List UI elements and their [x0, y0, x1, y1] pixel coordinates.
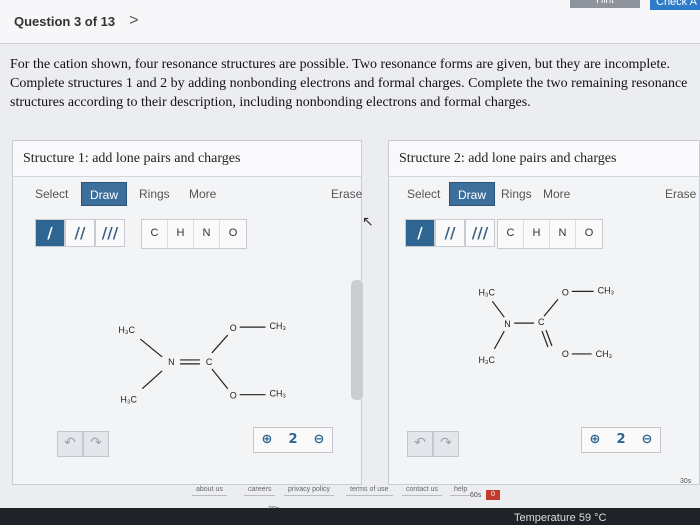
next-question-chevron-icon[interactable]: >	[129, 12, 138, 30]
double-bond-tool[interactable]: //	[435, 219, 465, 247]
timer-label: 30s	[680, 478, 692, 485]
timer-label: 60s	[470, 492, 482, 499]
bond-lines	[139, 326, 266, 396]
zoom-controls: ⊕ 2 ⊖	[581, 427, 661, 453]
hint-button[interactable]: Hint	[570, 0, 640, 8]
oxygen-top-atom: O	[562, 287, 569, 297]
question-nav: Question 3 of 13 >	[14, 12, 138, 30]
undo-icon[interactable]: ↶	[57, 431, 83, 457]
mouse-cursor-icon: ↖	[362, 214, 374, 230]
atom-h-button[interactable]: H	[524, 220, 550, 248]
redo-icon[interactable]: ↷	[83, 431, 109, 457]
oxygen-top-atom: O	[230, 323, 237, 333]
erase-tool[interactable]: Erase	[331, 187, 362, 201]
temperature-value: 59 °C	[578, 512, 607, 524]
footer-link-privacy[interactable]: privacy policy	[284, 484, 335, 496]
molecule-structure-1: H₃C H₃C N C O O CH₃ CH₃	[118, 321, 286, 405]
atom-c-button[interactable]: C	[498, 220, 524, 248]
atom-n-button[interactable]: N	[194, 220, 220, 248]
single-bond-tool[interactable]: /	[35, 219, 65, 247]
temperature-readout: Temperature 59 °C	[514, 512, 606, 524]
ch3-bottom-label: CH₃	[269, 389, 286, 399]
red-tag: 0	[486, 490, 500, 500]
question-label: Question 3 of 13	[14, 13, 116, 29]
bond-tools: / // ///	[405, 219, 495, 249]
carbon-atom: C	[206, 357, 213, 367]
question-prompt: For the cation shown, four resonance str…	[10, 57, 688, 110]
ch3-top-label: CH₃	[598, 285, 615, 295]
draw-tool[interactable]: Draw	[81, 182, 128, 206]
temperature-label: Temperature	[514, 512, 576, 524]
more-tool[interactable]: More	[543, 187, 570, 201]
drawing-canvas[interactable]: H₃C H₃C N C O O CH₃ CH₃	[399, 261, 689, 431]
molecule-structure-2: H₃C H₃C N C O O CH₃ CH₃	[478, 285, 615, 365]
structure-1-title: Structure 1: add lone pairs and charges	[13, 141, 361, 177]
footer-link-about[interactable]: about us	[192, 484, 227, 496]
atom-h-button[interactable]: H	[168, 220, 194, 248]
structure-1-panel: Structure 1: add lone pairs and charges …	[12, 140, 362, 485]
single-bond-tool[interactable]: /	[405, 219, 435, 247]
select-tool[interactable]: Select	[35, 187, 68, 201]
zoom-out-icon[interactable]: ⊖	[306, 428, 332, 452]
reset-zoom-icon[interactable]: 2	[608, 428, 634, 452]
zoom-out-icon[interactable]: ⊖	[634, 428, 660, 452]
h3c-bottom-label: H₃C	[478, 355, 495, 365]
footer-link-terms[interactable]: terms of use	[346, 484, 393, 496]
nitrogen-atom: N	[504, 319, 510, 329]
undo-redo-group: ↶ ↷	[407, 431, 459, 457]
h3c-top-label: H₃C	[478, 287, 495, 297]
footer-link-help[interactable]: help	[450, 484, 472, 496]
oxygen-bottom-atom: O	[562, 349, 569, 359]
atom-n-button[interactable]: N	[550, 220, 576, 248]
select-tool[interactable]: Select	[407, 187, 440, 201]
reset-zoom-icon[interactable]: 2	[280, 428, 306, 452]
drawing-canvas[interactable]: H₃C H₃C N C O O CH₃ CH₃	[23, 261, 351, 431]
atom-tools: C H N O	[141, 219, 247, 249]
rings-tool[interactable]: Rings	[139, 187, 170, 201]
atom-o-button[interactable]: O	[576, 220, 602, 248]
oxygen-bottom-atom: O	[230, 391, 237, 401]
atom-tools: C H N O	[497, 219, 603, 249]
footer-links: about us careers privacy policy terms of…	[180, 478, 700, 508]
atom-c-button[interactable]: C	[142, 220, 168, 248]
check-answer-button[interactable]: Check A	[650, 0, 700, 10]
carbon-atom: C	[538, 317, 545, 327]
ch3-bottom-label: CH₃	[596, 349, 613, 359]
draw-tool[interactable]: Draw	[449, 182, 496, 206]
ch3-top-label: CH₃	[269, 321, 286, 331]
nitrogen-atom: N	[168, 357, 174, 367]
top-bar: Question 3 of 13 > Hint Check A	[0, 0, 700, 44]
atom-o-button[interactable]: O	[220, 220, 246, 248]
redo-icon[interactable]: ↷	[433, 431, 459, 457]
rings-tool[interactable]: Rings	[501, 187, 532, 201]
h3c-top-label: H₃C	[118, 325, 135, 335]
footer-link-careers[interactable]: careers	[244, 484, 276, 496]
undo-redo-group: ↶ ↷	[57, 431, 109, 457]
undo-icon[interactable]: ↶	[407, 431, 433, 457]
structure-2-toolbar: Select Draw Rings More Erase	[389, 181, 699, 211]
footer-link-contact[interactable]: contact us	[402, 484, 442, 496]
double-bond-tool[interactable]: //	[65, 219, 95, 247]
structure-1-toolbar: Select Draw Rings More Erase	[13, 181, 362, 211]
more-tool[interactable]: More	[189, 187, 216, 201]
triple-bond-tool[interactable]: ///	[465, 219, 495, 247]
zoom-controls: ⊕ 2 ⊖	[253, 427, 333, 453]
structure-2-title: Structure 2: add lone pairs and charges	[389, 141, 699, 177]
bond-tools: / // ///	[35, 219, 125, 249]
structure-2-panel: Structure 2: add lone pairs and charges …	[388, 140, 700, 485]
zoom-in-icon[interactable]: ⊕	[582, 428, 608, 452]
h3c-bottom-label: H₃C	[120, 395, 137, 405]
scrollbar[interactable]	[351, 280, 363, 400]
triple-bond-tool[interactable]: ///	[95, 219, 125, 247]
erase-tool[interactable]: Erase	[665, 187, 696, 201]
zoom-in-icon[interactable]: ⊕	[254, 428, 280, 452]
